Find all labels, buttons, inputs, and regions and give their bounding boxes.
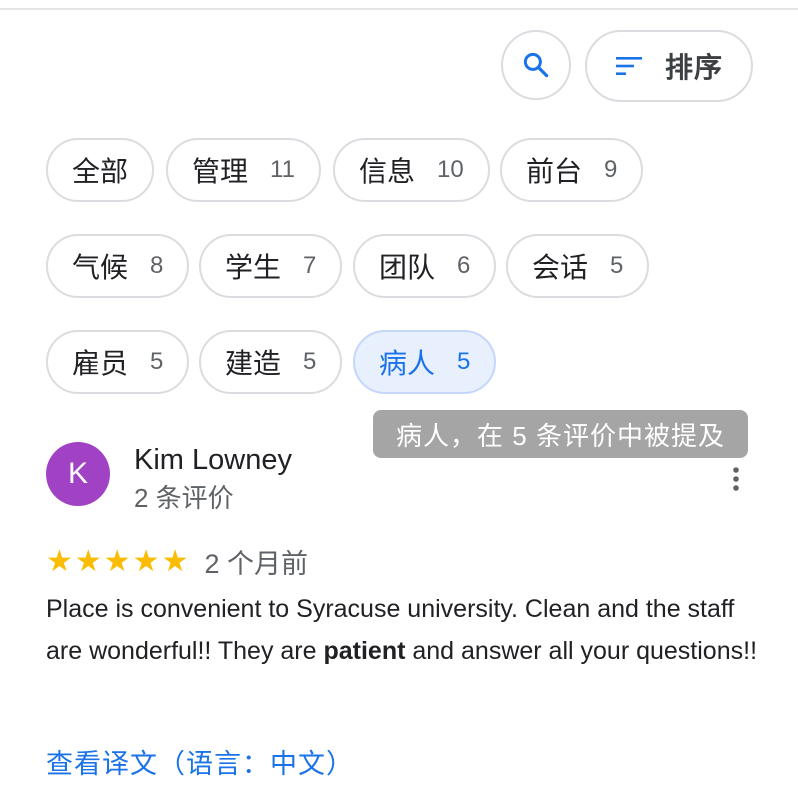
chip-count: 11 bbox=[270, 156, 295, 183]
review-toolbar: 排序 bbox=[501, 30, 753, 102]
chip-count: 9 bbox=[604, 156, 618, 183]
chip-students[interactable]: 学生 7 bbox=[199, 234, 343, 298]
chip-patient[interactable]: 病人 5 bbox=[353, 330, 497, 394]
review-time: 2 个月前 bbox=[204, 549, 309, 579]
chip-count: 7 bbox=[303, 252, 317, 279]
chip-count: 5 bbox=[150, 348, 164, 375]
chip-construction[interactable]: 建造 5 bbox=[199, 330, 343, 394]
chip-count: 5 bbox=[610, 252, 624, 279]
review-text-after: and answer all your questions!! bbox=[405, 637, 758, 665]
top-divider bbox=[0, 8, 798, 10]
more-vert-icon bbox=[733, 467, 739, 491]
reviewer-name[interactable]: Kim Lowney bbox=[134, 444, 292, 477]
chip-label: 气候 bbox=[72, 252, 129, 283]
chip-label: 会话 bbox=[532, 252, 589, 283]
chip-count: 5 bbox=[303, 348, 317, 375]
chip-count: 5 bbox=[457, 348, 471, 375]
more-options-button[interactable] bbox=[722, 462, 750, 496]
chip-tooltip: 病人，在 5 条评价中被提及 bbox=[373, 410, 748, 458]
search-icon bbox=[523, 52, 549, 78]
rating-row: ★★★★★ 2 个月前 bbox=[46, 542, 308, 581]
reviewer-review-count: 2 条评价 bbox=[134, 483, 234, 513]
chip-label: 团队 bbox=[379, 252, 436, 283]
translate-link[interactable]: 查看译文（语言：中文） bbox=[46, 742, 354, 781]
chip-label: 建造 bbox=[225, 348, 282, 379]
chip-all[interactable]: 全部 bbox=[46, 138, 155, 202]
chip-label: 学生 bbox=[225, 252, 282, 283]
chip-count: 10 bbox=[437, 156, 464, 183]
chip-information[interactable]: 信息 10 bbox=[333, 138, 490, 202]
search-button[interactable] bbox=[501, 30, 571, 100]
chip-label: 雇员 bbox=[72, 348, 129, 379]
chip-count: 6 bbox=[457, 252, 471, 279]
chip-management[interactable]: 管理 11 bbox=[166, 138, 321, 202]
sort-icon bbox=[616, 57, 642, 75]
star-rating: ★★★★★ bbox=[46, 544, 191, 578]
chip-label: 前台 bbox=[526, 156, 583, 187]
sort-label: 排序 bbox=[665, 52, 724, 83]
highlighted-keyword: patient bbox=[323, 637, 406, 665]
chip-label: 全部 bbox=[72, 156, 129, 187]
avatar[interactable]: K bbox=[46, 442, 110, 506]
chip-climate[interactable]: 气候 8 bbox=[46, 234, 190, 298]
chip-count: 8 bbox=[150, 252, 164, 279]
chip-label: 信息 bbox=[359, 156, 416, 187]
chip-front-desk[interactable]: 前台 9 bbox=[500, 138, 644, 202]
chip-label: 病人 bbox=[379, 348, 436, 379]
sort-button[interactable]: 排序 bbox=[585, 30, 753, 102]
chip-employees[interactable]: 雇员 5 bbox=[46, 330, 190, 394]
chip-session[interactable]: 会话 5 bbox=[506, 234, 650, 298]
review-text: Place is convenient to Syracuse universi… bbox=[46, 588, 766, 672]
chip-label: 管理 bbox=[192, 156, 249, 187]
chip-team[interactable]: 团队 6 bbox=[353, 234, 497, 298]
